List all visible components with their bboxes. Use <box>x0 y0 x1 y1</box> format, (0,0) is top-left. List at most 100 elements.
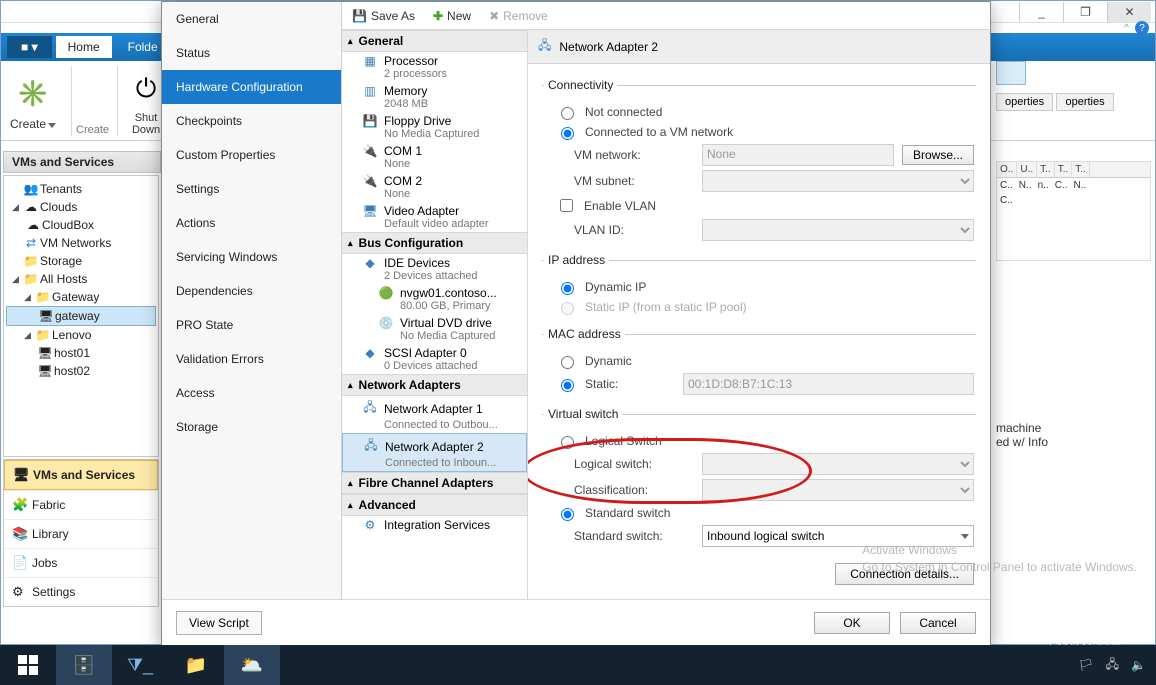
sidebar-item-hwconfig[interactable]: Hardware Configuration <box>162 70 341 104</box>
help-icon[interactable]: ? <box>1135 21 1149 35</box>
tree-lenovo[interactable]: ◢📁Lenovo <box>6 326 156 344</box>
hw-memory[interactable]: ▥Memory2048 MB <box>342 82 527 112</box>
hw-video[interactable]: 🖥Video AdapterDefault video adapter <box>342 202 527 232</box>
sidebar-item-svcwin[interactable]: Servicing Windows <box>162 240 341 274</box>
wb-fabric[interactable]: 🧩Fabric <box>4 490 158 519</box>
tray-network-icon[interactable]: 🖧 <box>1106 655 1119 676</box>
mac-field[interactable] <box>683 373 974 395</box>
ribbon-file[interactable]: ■ ▾ <box>7 36 52 58</box>
tree-vmnetworks[interactable]: ⇄VM Networks <box>6 234 156 252</box>
browse-button[interactable]: Browse... <box>902 145 974 165</box>
static-mac-radio[interactable] <box>561 379 574 392</box>
wb-library[interactable]: 📚Library <box>4 519 158 548</box>
tree-gateway-group[interactable]: ◢📁Gateway <box>6 288 156 306</box>
hardware-config-dialog: General Status Hardware Configuration Ch… <box>161 1 991 646</box>
tree-storage[interactable]: 📁Storage <box>6 252 156 270</box>
table-header[interactable]: O..U..T..T..T.. <box>997 162 1150 178</box>
ok-button[interactable]: OK <box>814 612 890 634</box>
hw-na2[interactable]: 🖧Network Adapter 2Connected to Inboun... <box>342 433 527 472</box>
sidebar-item-custom[interactable]: Custom Properties <box>162 138 341 172</box>
tray[interactable]: 🏳 🖧 🔈 <box>1078 655 1156 676</box>
hw-com1[interactable]: 🔌COM 1None <box>342 142 527 172</box>
close-button[interactable]: ✕ <box>1107 2 1151 22</box>
enable-vlan-checkbox[interactable] <box>560 199 573 212</box>
hw-integration[interactable]: ⚙Integration Services <box>342 516 527 534</box>
wb-jobs[interactable]: 📄Jobs <box>4 548 158 577</box>
sidebar-item-deps[interactable]: Dependencies <box>162 274 341 308</box>
wb-settings[interactable]: ⚙Settings <box>4 577 158 606</box>
hw-hdr-bus[interactable]: ▴Bus Configuration <box>342 232 527 254</box>
properties-button-1[interactable]: operties <box>996 93 1053 111</box>
sidebar-item-checkpoints[interactable]: Checkpoints <box>162 104 341 138</box>
detail-title: 🖧 Network Adapter 2 <box>528 30 990 64</box>
saveas-button[interactable]: 💾Save As <box>348 7 419 25</box>
hw-disk[interactable]: 🟢nvgw01.contoso...80.00 GB, Primary <box>342 284 527 314</box>
tree-clouds[interactable]: ◢☁Clouds <box>6 198 156 216</box>
tree-host02[interactable]: 🖥host02 <box>6 362 156 380</box>
com-port-icon: 🔌 <box>362 174 378 188</box>
tree-gateway-node[interactable]: 🖥gateway <box>6 306 156 326</box>
properties-button-2[interactable]: operties <box>1056 93 1113 111</box>
hw-ide[interactable]: ◆IDE Devices2 Devices attached <box>342 254 527 284</box>
start-button[interactable] <box>0 645 56 685</box>
chevron-down-icon <box>961 534 969 539</box>
sidebar-item-storage[interactable]: Storage <box>162 410 341 444</box>
taskbar-vmm[interactable]: 🌥️ <box>224 645 280 685</box>
sidebar-item-access[interactable]: Access <box>162 376 341 410</box>
hw-hdr-general[interactable]: ▴General <box>342 30 527 52</box>
sidebar-item-status[interactable]: Status <box>162 36 341 70</box>
dynamic-ip-radio[interactable] <box>561 282 574 295</box>
hw-processor[interactable]: ▦Processor2 processors <box>342 52 527 82</box>
hw-dvd[interactable]: 💿Virtual DVD driveNo Media Captured <box>342 314 527 344</box>
view-script-button[interactable]: View Script <box>176 611 262 635</box>
notconnected-radio[interactable] <box>561 107 574 120</box>
taskbar[interactable]: 🗄️ ⧩_ 📁 🌥️ 🏳 🖧 🔈 <box>0 645 1156 685</box>
connection-details-button[interactable]: Connection details... <box>835 563 974 585</box>
ribbon-tab-home[interactable]: Home <box>56 36 112 58</box>
maximize-button[interactable]: ❐ <box>1063 2 1107 22</box>
wb-vms[interactable]: 🖥VMs and Services <box>4 460 158 490</box>
table-row[interactable]: C..N..n..C..N.. <box>997 178 1150 193</box>
create-button[interactable]: ✳️ Create <box>9 71 57 131</box>
hw-hdr-netadapters[interactable]: ▴Network Adapters <box>342 374 527 396</box>
logical-switch-select[interactable] <box>702 453 974 475</box>
taskbar-explorer[interactable]: 📁 <box>168 645 224 685</box>
hw-scsi[interactable]: ◆SCSI Adapter 00 Devices attached <box>342 344 527 374</box>
sidebar-item-valerr[interactable]: Validation Errors <box>162 342 341 376</box>
standard-switch-select[interactable]: Inbound logical switch <box>702 525 974 547</box>
sidebar-item-pro[interactable]: PRO State <box>162 308 341 342</box>
hw-floppy[interactable]: 💾Floppy DriveNo Media Captured <box>342 112 527 142</box>
static-ip-radio[interactable] <box>561 302 574 315</box>
standard-switch-radio[interactable] <box>561 508 574 521</box>
hw-hdr-advanced[interactable]: ▴Advanced <box>342 494 527 516</box>
hw-com2[interactable]: 🔌COM 2None <box>342 172 527 202</box>
dynamic-mac-radio[interactable] <box>561 356 574 369</box>
table-row[interactable]: C.. <box>997 193 1150 208</box>
navigation-tree[interactable]: 👥Tenants ◢☁Clouds ☁CloudBox ⇄VM Networks… <box>3 175 159 457</box>
vm-table[interactable]: O..U..T..T..T.. C..N..n..C..N.. C.. <box>996 161 1151 261</box>
hw-hdr-fc[interactable]: ▴Fibre Channel Adapters <box>342 472 527 494</box>
vlanid-select[interactable] <box>702 219 974 241</box>
remove-button[interactable]: ✖Remove <box>485 7 552 25</box>
tree-host01[interactable]: 🖥host01 <box>6 344 156 362</box>
tray-volume-icon[interactable]: 🔈 <box>1131 658 1146 672</box>
sidebar-item-general[interactable]: General <box>162 2 341 36</box>
server-icon: 🖥 <box>37 309 55 323</box>
classification-select[interactable] <box>702 479 974 501</box>
hw-na1[interactable]: 🖧Network Adapter 1Connected to Outbou... <box>342 396 527 433</box>
tree-tenants[interactable]: 👥Tenants <box>6 180 156 198</box>
vmsubnet-select[interactable] <box>702 170 974 192</box>
logical-switch-radio[interactable] <box>561 436 574 449</box>
taskbar-server-manager[interactable]: 🗄️ <box>56 645 112 685</box>
hardware-tree[interactable]: ▴General ▦Processor2 processors ▥Memory2… <box>342 30 528 599</box>
cancel-button[interactable]: Cancel <box>900 612 976 634</box>
taskbar-powershell[interactable]: ⧩_ <box>112 645 168 685</box>
minimize-button[interactable]: _ <box>1019 2 1063 22</box>
sidebar-item-settings[interactable]: Settings <box>162 172 341 206</box>
tree-allhosts[interactable]: ◢📁All Hosts <box>6 270 156 288</box>
new-button[interactable]: ✚New <box>429 7 475 25</box>
sidebar-item-actions[interactable]: Actions <box>162 206 341 240</box>
tree-cloudbox[interactable]: ☁CloudBox <box>6 216 156 234</box>
tray-flag-icon[interactable]: 🏳 <box>1078 658 1093 672</box>
connected-radio[interactable] <box>561 127 574 140</box>
